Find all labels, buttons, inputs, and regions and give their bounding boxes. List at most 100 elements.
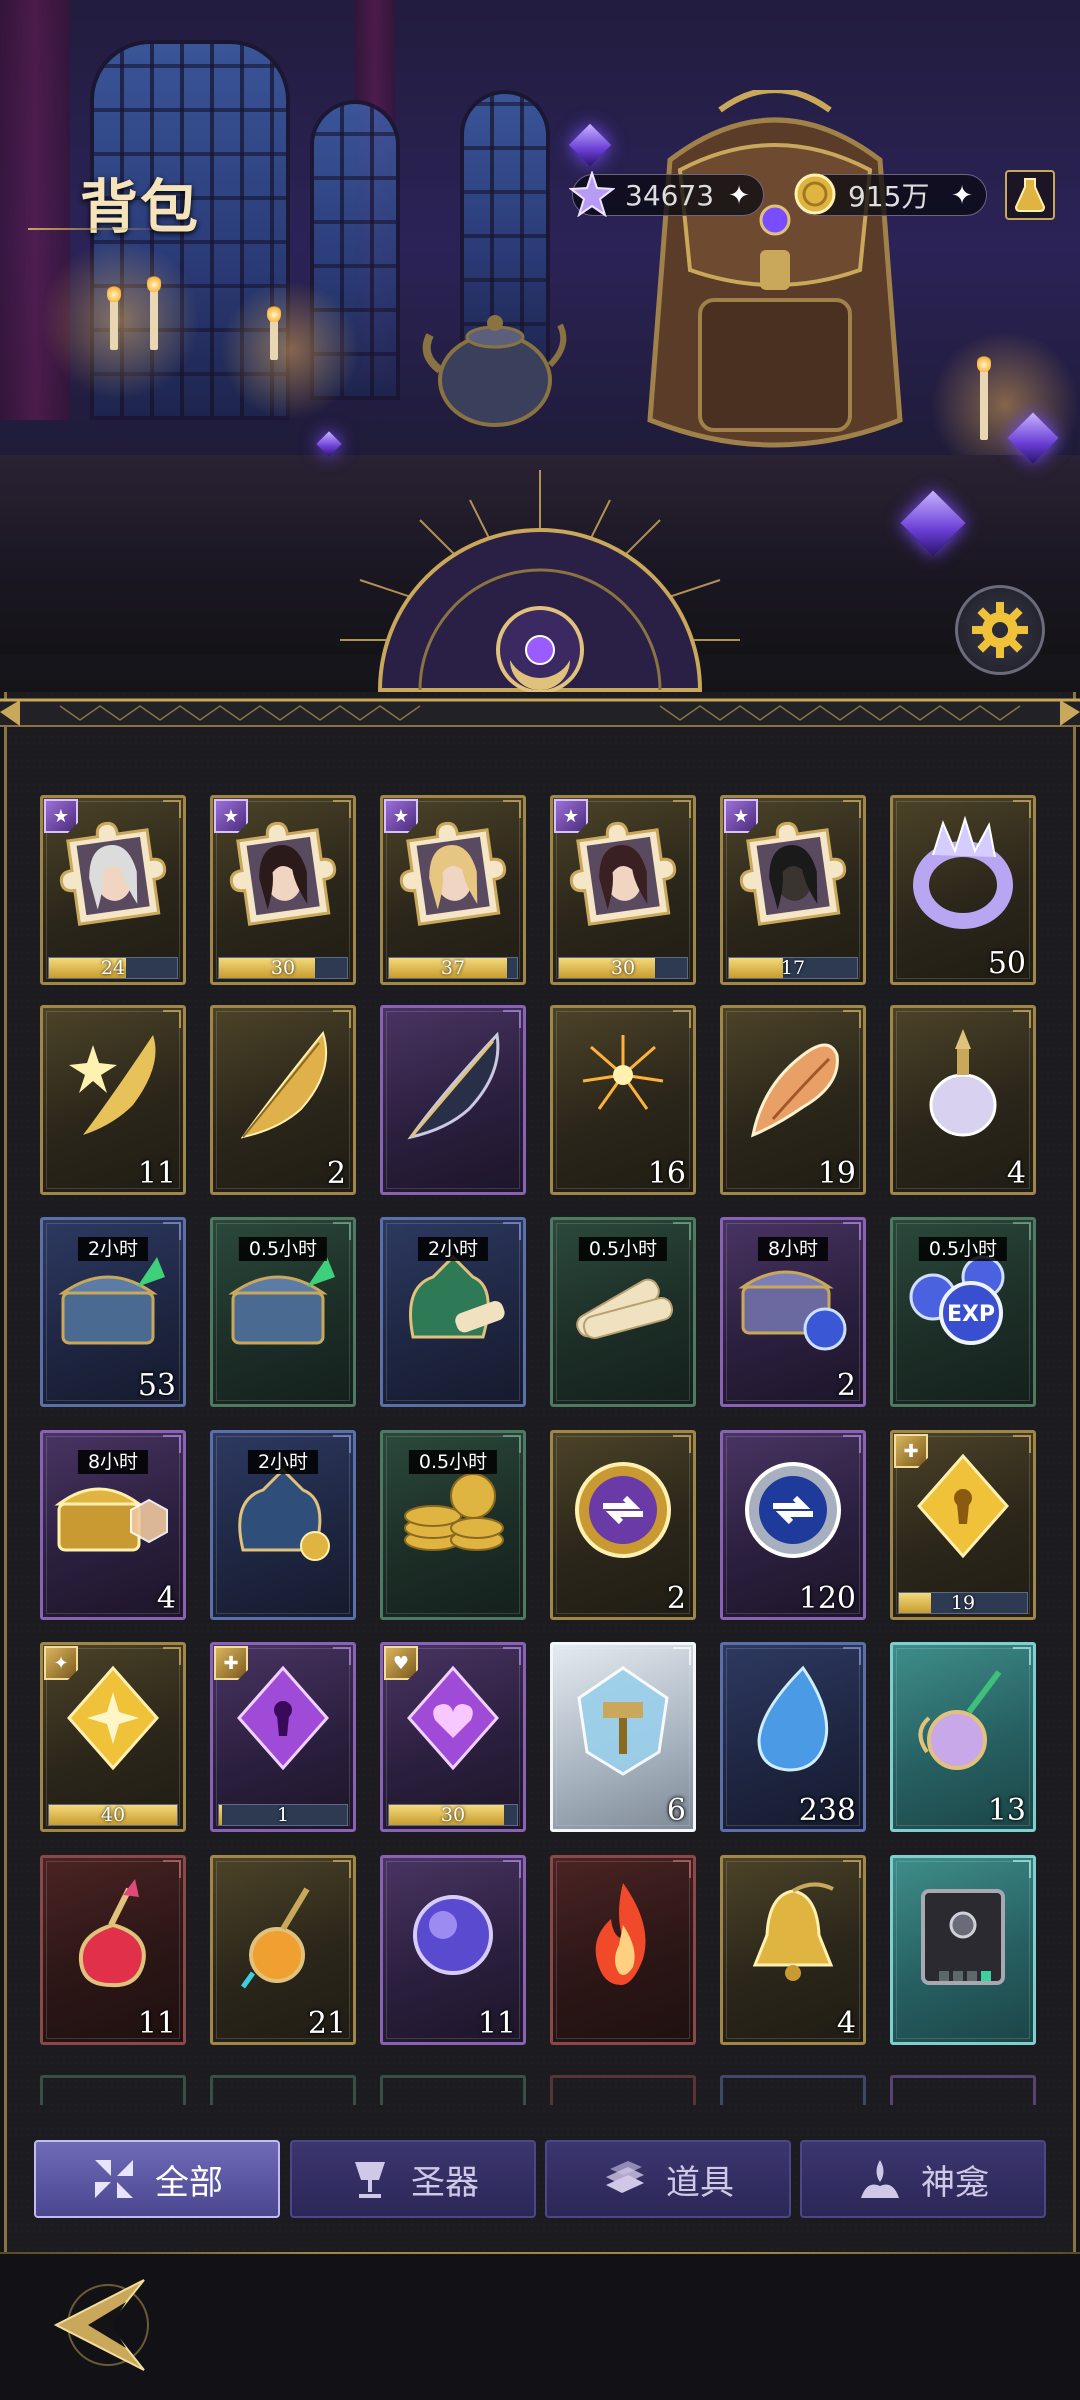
fire-essence-icon — [563, 1875, 683, 1995]
blue-medal-icon — [733, 1450, 853, 1570]
item-quantity: 2 — [326, 1156, 346, 1191]
fragment-progress-bar: 30 — [558, 957, 688, 979]
item-slot[interactable]: ★ 37 — [380, 795, 526, 985]
item-slot[interactable]: 13 — [890, 1642, 1036, 1832]
item-slot[interactable]: ✚ 19 — [890, 1430, 1036, 1620]
item-slot[interactable]: 0.5小时 — [210, 1217, 356, 1407]
candle-glow — [220, 280, 360, 420]
item-slot[interactable]: 4 — [720, 1855, 866, 2045]
crystal-ring-icon — [903, 815, 1023, 935]
shop-button[interactable] — [1005, 170, 1055, 220]
golden-feather-icon — [223, 1025, 343, 1145]
blue-droplet-crystal-icon — [733, 1662, 853, 1782]
item-slot-partial[interactable] — [40, 2075, 186, 2105]
item-quantity: 6 — [666, 1793, 686, 1828]
add-gold-button[interactable]: ✦ — [948, 182, 976, 210]
candle — [977, 354, 991, 440]
item-slot-partial[interactable] — [210, 2075, 356, 2105]
item-slot[interactable]: ✦ 40 — [40, 1642, 186, 1832]
fragment-count: 24 — [100, 957, 126, 979]
items-stack-icon — [602, 2156, 648, 2202]
fragment-progress-bar: 37 — [388, 957, 518, 979]
back-button[interactable] — [48, 2270, 168, 2380]
item-slot[interactable]: 2小时 — [210, 1430, 356, 1620]
item-slot[interactable]: 8小时 4 — [40, 1430, 186, 1620]
currency-crystal: 34673 ✦ — [569, 171, 764, 217]
currency-gold: 915万 ✦ — [794, 173, 987, 216]
item-slot[interactable]: 11 — [40, 1855, 186, 2045]
item-quantity: 11 — [137, 2006, 176, 2041]
item-quantity: 11 — [137, 1156, 176, 1191]
fragment-count: 19 — [950, 1592, 976, 1614]
item-slot[interactable]: 0.5小时 — [380, 1430, 526, 1620]
fragment-progress-bar: 40 — [48, 1804, 178, 1826]
tab-relics[interactable]: 圣器 — [290, 2140, 536, 2218]
tab-label: 道具 — [666, 2162, 734, 2203]
item-slot[interactable]: 11 — [380, 1855, 526, 2045]
relic-chalice-icon — [347, 2156, 393, 2202]
crystal-hammer-icon — [563, 1662, 683, 1782]
item-slot[interactable]: 2 — [550, 1430, 696, 1620]
item-slot[interactable] — [380, 1005, 526, 1195]
item-slot[interactable]: ✚ 1 — [210, 1642, 356, 1832]
duration-label: 0.5小时 — [918, 1237, 1008, 1261]
item-slot[interactable]: ★ 30 — [210, 795, 356, 985]
item-slot[interactable]: ★ 24 — [40, 795, 186, 985]
conch-shell-icon — [733, 1025, 853, 1145]
item-slot[interactable]: 2小时 — [380, 1217, 526, 1407]
item-slot[interactable] — [890, 1855, 1036, 2045]
item-slot[interactable]: 50 — [890, 795, 1036, 985]
item-slot[interactable] — [550, 1855, 696, 2045]
candle-glow — [40, 240, 200, 400]
moon-ornament — [340, 470, 740, 722]
add-crystal-button[interactable]: ✦ — [725, 182, 753, 210]
purple-heart-gem-icon — [393, 1662, 513, 1782]
purple-keyhole-gem-icon — [223, 1662, 343, 1782]
candle — [107, 284, 121, 350]
gold-diamond-gem-icon — [53, 1662, 173, 1782]
item-slot[interactable]: 2小时 53 — [40, 1217, 186, 1407]
item-slot[interactable]: 238 — [720, 1642, 866, 1832]
item-slot[interactable]: 11 — [40, 1005, 186, 1195]
fireworks-icon — [563, 1025, 683, 1145]
purple-orb-icon — [393, 1875, 513, 1995]
item-slot-partial[interactable] — [890, 2075, 1036, 2105]
item-slot[interactable]: 8小时 2 — [720, 1217, 866, 1407]
tab-shrine[interactable]: 神龛 — [800, 2140, 1046, 2218]
puzzle-portrait-dark-hair-icon — [223, 815, 343, 935]
star-crystal-icon — [565, 167, 619, 221]
fragment-progress-bar: 19 — [898, 1592, 1028, 1614]
page-title: 背包 — [80, 173, 201, 241]
item-quantity: 50 — [987, 946, 1026, 981]
item-slot[interactable]: 4 — [890, 1005, 1036, 1195]
item-slot[interactable]: 2 — [210, 1005, 356, 1195]
tab-all[interactable]: 全部 — [34, 2140, 280, 2218]
crystal-amount: 34673 — [625, 178, 715, 212]
all-grid-icon — [91, 2156, 137, 2202]
item-slot[interactable]: 6 — [550, 1642, 696, 1832]
item-slot[interactable]: EXP 0.5小时 — [890, 1217, 1036, 1407]
item-slot[interactable]: 21 — [210, 1855, 356, 2045]
tab-items[interactable]: 道具 — [545, 2140, 791, 2218]
item-slot[interactable]: ♥ 30 — [380, 1642, 526, 1832]
item-slot[interactable]: 16 — [550, 1005, 696, 1195]
item-slot[interactable]: 0.5小时 — [550, 1217, 696, 1407]
item-slot[interactable]: 19 — [720, 1005, 866, 1195]
item-slot[interactable]: ★ 30 — [550, 795, 696, 985]
item-slot-partial[interactable] — [550, 2075, 696, 2105]
fragment-count: 1 — [276, 1804, 290, 1826]
item-slot-partial[interactable] — [720, 2075, 866, 2105]
settings-button[interactable] — [955, 585, 1045, 675]
puzzle-portrait-golden-mask-icon — [733, 815, 853, 935]
fragment-progress-bar: 30 — [388, 1804, 518, 1826]
fragment-progress-bar: 30 — [218, 957, 348, 979]
tab-label: 神龛 — [921, 2162, 989, 2203]
item-quantity: 4 — [836, 2006, 856, 2041]
item-quantity: 2 — [666, 1581, 686, 1616]
item-slot-partial[interactable] — [380, 2075, 526, 2105]
item-slot[interactable]: 120 — [720, 1430, 866, 1620]
item-slot[interactable]: ★ 17 — [720, 795, 866, 985]
tab-label: 圣器 — [411, 2162, 479, 2203]
ornate-potion-icon — [903, 1662, 1023, 1782]
item-quantity: 238 — [798, 1793, 856, 1828]
